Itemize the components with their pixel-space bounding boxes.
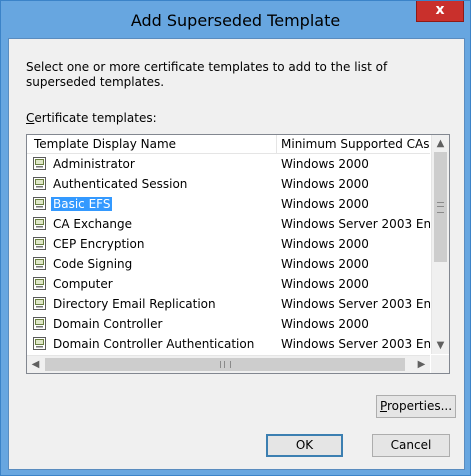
list-item-ca: Windows 2000 xyxy=(281,177,369,191)
title-bar[interactable]: Add Superseded Template x xyxy=(1,1,470,38)
certificate-template-icon xyxy=(33,317,46,330)
column-separator[interactable] xyxy=(276,135,277,153)
list-item-ca: Windows Server 2003 Ente xyxy=(281,297,430,311)
column-header-min-ca[interactable]: Minimum Supported CAs xyxy=(281,137,430,151)
list-item-ca: Windows 2000 xyxy=(281,257,369,271)
ok-button[interactable]: OK xyxy=(266,434,343,457)
dialog-title: Add Superseded Template xyxy=(130,11,341,30)
list-item-ca: Windows 2000 xyxy=(281,277,369,291)
column-header-name[interactable]: Template Display Name xyxy=(34,137,176,151)
list-label: Certificate templates: xyxy=(26,111,157,125)
templates-listview[interactable]: Template Display Name Minimum Supported … xyxy=(26,134,450,374)
certificate-template-icon xyxy=(33,337,46,350)
list-item[interactable]: Administrator Windows 2000 xyxy=(27,154,430,174)
list-item[interactable]: Directory Email Replication Windows Serv… xyxy=(27,294,430,314)
list-item[interactable]: CA Exchange Windows Server 2003 Ente xyxy=(27,214,430,234)
list-item[interactable]: Code Signing Windows 2000 xyxy=(27,254,430,274)
grip-icon xyxy=(437,202,444,213)
list-item-name: Domain Controller Authentication xyxy=(53,337,255,351)
scroll-up-icon[interactable]: ▲ xyxy=(432,135,449,152)
certificate-template-icon xyxy=(33,257,46,270)
list-item-ca: Windows Server 2003 Ente xyxy=(281,217,430,231)
list-item-name: Authenticated Session xyxy=(53,177,188,191)
list-item-name: CA Exchange xyxy=(53,217,133,231)
list-item-name: CEP Encryption xyxy=(53,237,145,251)
certificate-template-icon xyxy=(33,297,46,310)
dialog-body: Select one or more certificate templates… xyxy=(8,38,465,470)
list-rows: Administrator Windows 2000 Authenticated… xyxy=(27,154,430,354)
list-item-ca: Windows 2000 xyxy=(281,237,369,251)
properties-accelerator: P xyxy=(379,399,387,413)
list-item[interactable]: Domain Controller Windows 2000 xyxy=(27,314,430,334)
scrollbar-corner xyxy=(431,355,449,373)
list-item-name: Administrator xyxy=(53,157,135,171)
properties-label: roperties... xyxy=(386,399,453,413)
grip-icon xyxy=(220,361,231,368)
scroll-down-icon[interactable]: ▼ xyxy=(432,337,449,354)
certificate-template-icon xyxy=(33,237,46,250)
description-text: Select one or more certificate templates… xyxy=(26,60,388,89)
scroll-right-icon[interactable]: ▶ xyxy=(413,356,430,373)
certificate-template-icon xyxy=(33,177,46,190)
list-item[interactable]: Authenticated Session Windows 2000 xyxy=(27,174,430,194)
list-item-name: Computer xyxy=(53,277,113,291)
list-item[interactable]: Domain Controller Authentication Windows… xyxy=(27,334,430,354)
list-label-text: ertificate templates: xyxy=(34,111,157,125)
dialog-window: Add Superseded Template x Select one or … xyxy=(0,0,471,476)
list-item-name: Code Signing xyxy=(53,257,133,271)
close-button[interactable]: x xyxy=(416,1,464,22)
list-item-name: Directory Email Replication xyxy=(53,297,216,311)
horizontal-scroll-thumb[interactable] xyxy=(45,358,405,371)
certificate-template-icon xyxy=(33,197,46,210)
close-icon: x xyxy=(435,2,445,18)
list-item-ca: Windows 2000 xyxy=(281,317,369,331)
certificate-template-icon xyxy=(33,277,46,290)
horizontal-scrollbar[interactable]: ◀ ▶ xyxy=(27,355,430,373)
certificate-template-icon xyxy=(33,217,46,230)
list-header: Template Display Name Minimum Supported … xyxy=(27,135,430,154)
list-item[interactable]: Computer Windows 2000 xyxy=(27,274,430,294)
vertical-scrollbar[interactable]: ▲ ▼ xyxy=(431,135,449,354)
list-item-name: Domain Controller xyxy=(53,317,163,331)
vertical-scroll-thumb[interactable] xyxy=(434,152,447,262)
list-item[interactable]: CEP Encryption Windows 2000 xyxy=(27,234,430,254)
list-item-selected[interactable]: Basic EFS Windows 2000 xyxy=(27,194,430,214)
certificate-template-icon xyxy=(33,157,46,170)
scroll-left-icon[interactable]: ◀ xyxy=(27,356,44,373)
list-item-ca: Windows 2000 xyxy=(281,197,369,211)
list-item-ca: Windows Server 2003 Ente xyxy=(281,337,430,351)
properties-button[interactable]: Properties... xyxy=(376,395,456,418)
cancel-button[interactable]: Cancel xyxy=(372,434,450,457)
list-item-name: Basic EFS xyxy=(51,197,113,211)
list-item-ca: Windows 2000 xyxy=(281,157,369,171)
